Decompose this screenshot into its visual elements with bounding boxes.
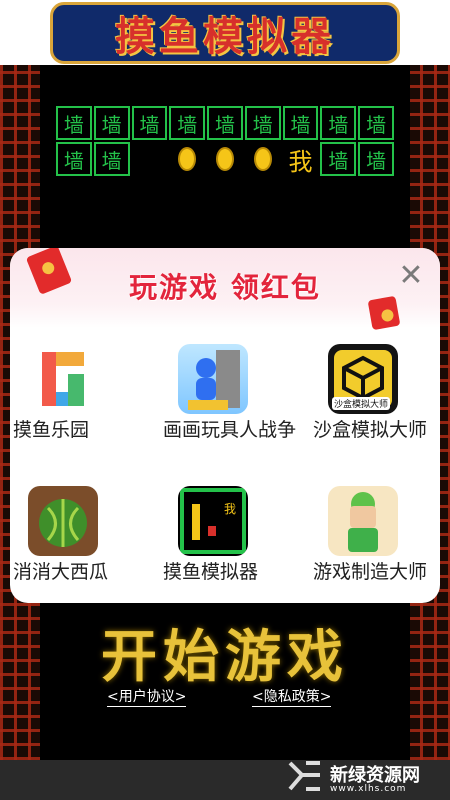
- maze-wall: 墙: [320, 106, 357, 140]
- maze-wall: 墙: [358, 142, 394, 176]
- coin-icon: [244, 141, 282, 177]
- game-item[interactable]: 我 摸鱼模拟器: [163, 486, 303, 584]
- close-icon[interactable]: ✕: [394, 258, 428, 293]
- green-character-icon: [328, 486, 398, 556]
- puzzle-logo-icon: [28, 344, 98, 414]
- coin-icon: [206, 141, 244, 177]
- brand-url: www.xlhs.com: [330, 783, 407, 794]
- player-marker: 我: [288, 147, 313, 176]
- maze-wall: 墙: [131, 106, 168, 140]
- brand-logo-icon: [288, 761, 322, 799]
- game-name: 摸鱼乐园: [13, 419, 90, 441]
- blue-figure-icon: [178, 344, 248, 414]
- modal-title: 玩游戏 领红包: [129, 271, 321, 304]
- sandbox-cube-icon: 沙盒模拟大师: [328, 344, 398, 414]
- maze-wall: 墙: [56, 142, 92, 176]
- game-name: 画画玩具人战争: [163, 419, 297, 441]
- maze-wall: 墙: [244, 106, 281, 140]
- maze-game-icon: 我: [178, 486, 248, 556]
- game-item[interactable]: 画画玩具人战争: [163, 344, 303, 442]
- game-item[interactable]: 消消大西瓜: [13, 486, 153, 584]
- game-name: 消消大西瓜: [13, 561, 109, 583]
- maze-wall: 墙: [169, 106, 206, 140]
- maze-wall: 墙: [93, 106, 130, 140]
- user-agreement-link[interactable]: <用户协议>: [107, 686, 187, 707]
- coin-icon: [168, 141, 206, 177]
- maze-wall: 墙: [320, 142, 357, 176]
- brand-name: 新绿资源网: [330, 764, 420, 786]
- privacy-policy-link[interactable]: <隐私政策>: [252, 686, 332, 707]
- maze: 墙 墙 墙 墙 墙 墙 墙 墙 墙 墙 墙 我 墙 墙: [55, 105, 395, 255]
- maze-wall: 墙: [56, 106, 92, 140]
- thumb-label: 我: [224, 502, 237, 516]
- watermark-bar: 新绿资源网 www.xlhs.com: [0, 760, 450, 800]
- reward-games-modal: 玩游戏 领红包 ✕ 摸鱼乐园 画画玩具人战争 沙盒模拟大师 沙盒模拟大师 消消大…: [10, 248, 440, 603]
- game-item[interactable]: 游戏制造大师: [313, 486, 440, 584]
- game-name: 沙盒模拟大师: [313, 419, 428, 441]
- games-grid: 摸鱼乐园 画画玩具人战争 沙盒模拟大师 沙盒模拟大师 消消大西瓜 我 摸鱼模拟器…: [10, 328, 440, 603]
- brand-watermark: 新绿资源网 www.xlhs.com: [288, 760, 420, 800]
- maze-wall: 墙: [358, 106, 394, 140]
- maze-wall: 墙: [207, 106, 243, 140]
- legal-links: <用户协议> <隐私政策>: [0, 686, 450, 710]
- maze-wall: 墙: [282, 106, 319, 140]
- watermelon-icon: [28, 486, 98, 556]
- game-item[interactable]: 摸鱼乐园: [13, 344, 153, 442]
- game-item[interactable]: 沙盒模拟大师 沙盒模拟大师: [313, 344, 440, 442]
- game-title-banner: 摸鱼模拟器: [50, 2, 400, 64]
- start-game-button[interactable]: 开始游戏: [0, 612, 450, 693]
- maze-wall: 墙: [93, 142, 130, 176]
- game-title: 摸鱼模拟器: [115, 13, 335, 60]
- game-name: 游戏制造大师: [313, 561, 428, 583]
- game-name: 摸鱼模拟器: [163, 561, 259, 583]
- thumb-label: 沙盒模拟大师: [332, 397, 391, 410]
